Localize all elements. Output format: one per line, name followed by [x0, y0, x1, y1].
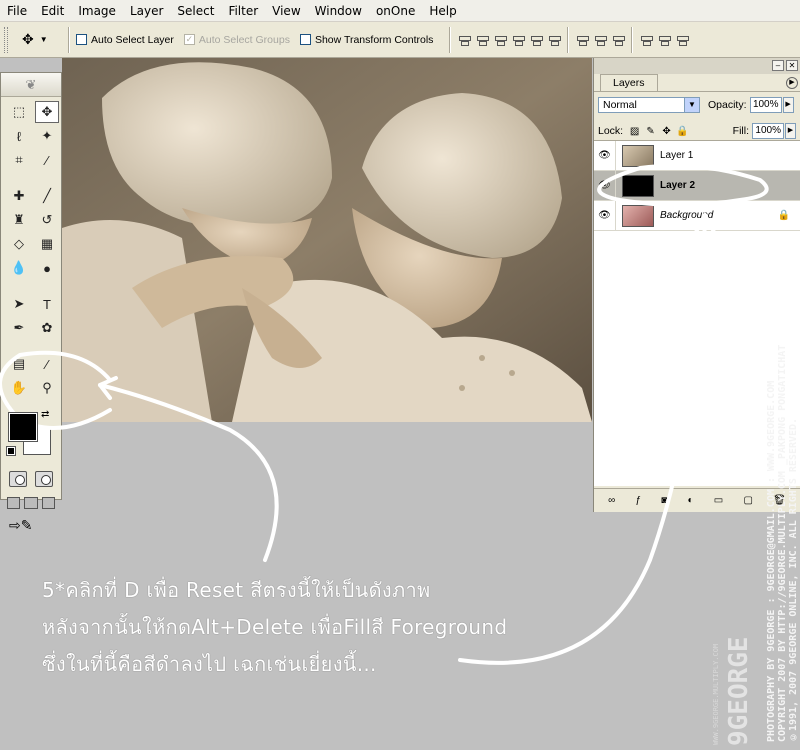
annotation-line-2: หลังจากนั้นให้กดAlt+Delete เพื่อFillสี F… — [42, 615, 508, 639]
watermark-credit-1: PHOTOGRAPHY BY 9GEORGE : 9GEORGE@GMAIL.C… — [766, 380, 777, 742]
arrow-to-colors — [98, 383, 279, 562]
highlight-ellipse-layer2 — [597, 163, 769, 207]
annotation-line-3: ซึ่งในที่นี้คือสีดำลงไป เฉกเช่นเยี่ยงนี้… — [42, 652, 377, 676]
annotation-line-1: 5*คลิกที่ D เพื่อ Reset สีตรงนี้ให้เป็นด… — [42, 578, 431, 602]
foreground-color-swatch[interactable] — [8, 412, 38, 442]
watermark-credit-3: ©1991, 2007 9GEORGE ONLINE, INC. ALL RIG… — [788, 417, 799, 742]
arrow-to-layer2 — [458, 213, 707, 665]
watermark-credit-2: COPYRIGHT 2007 BY HTTP://9GEORGE.MULTIPL… — [777, 344, 788, 742]
watermark-site: WWW.9GEORGE.MULTIPLY.COM — [712, 643, 720, 745]
watermark-brand-logo: 9GEORGE — [724, 636, 754, 746]
